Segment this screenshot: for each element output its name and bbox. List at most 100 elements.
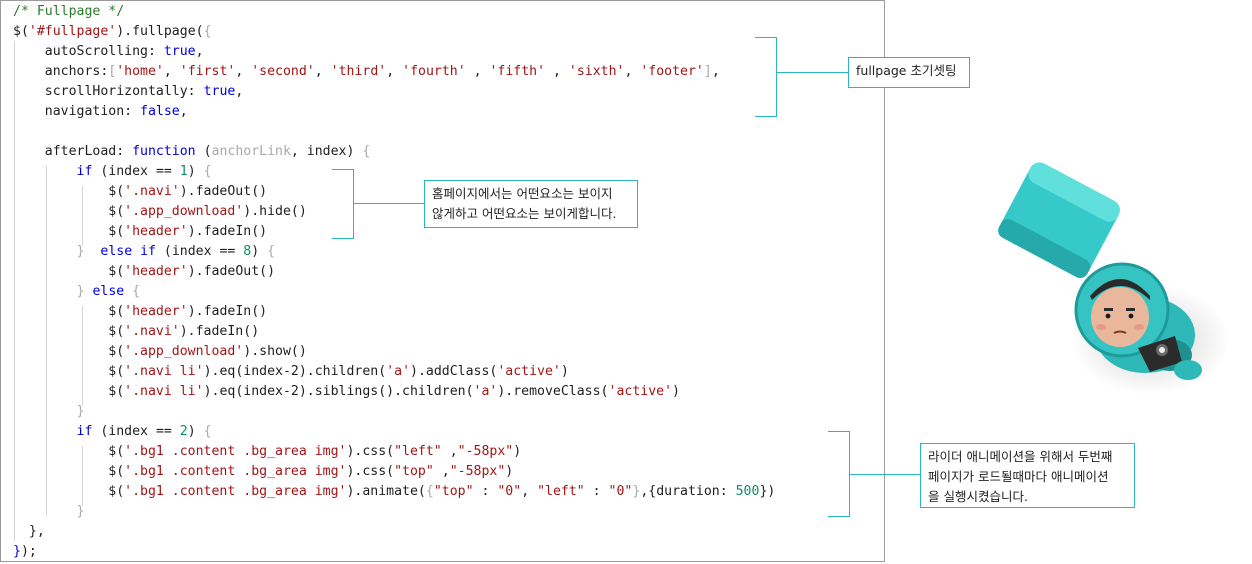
annotation-bracket-visibility xyxy=(332,169,354,239)
annotation-text: 을 실행시켰습니다. xyxy=(928,489,1028,504)
code-line-8: afterLoad: function (anchorLink, index) … xyxy=(13,142,371,162)
code-brace: } xyxy=(13,544,21,559)
annotation-text: 않게하고 어떤요소는 보이게합니다. xyxy=(432,206,617,221)
code-token: $( xyxy=(13,264,125,279)
code-string: 'active' xyxy=(497,364,561,379)
code-line-19: $('.navi li').eq(index-2).children('a').… xyxy=(13,362,569,382)
code-keyword: if xyxy=(76,164,93,179)
code-token: ).addClass( xyxy=(410,364,498,379)
code-token: , xyxy=(624,64,641,79)
code-line-3: autoScrolling: true, xyxy=(13,42,204,62)
code-line-20: $('.navi li').eq(index-2).siblings().chi… xyxy=(13,382,680,402)
code-token: $( xyxy=(13,464,125,479)
code-token: , index) xyxy=(290,144,363,159)
code-brace: { xyxy=(362,144,371,159)
code-keyword: true xyxy=(203,84,236,99)
code-token: , xyxy=(235,64,252,79)
code-token: ) xyxy=(513,444,522,459)
code-token: , xyxy=(235,84,244,99)
code-line-6: navigation: false, xyxy=(13,102,188,122)
code-line-13: } else if (index == 8) { xyxy=(13,242,276,262)
code-string: "top" xyxy=(394,464,434,479)
code-comment: /* Fullpage */ xyxy=(13,4,125,19)
code-token: , xyxy=(179,104,188,119)
code-string: 'second' xyxy=(251,64,315,79)
code-line-4: anchors:['home', 'first', 'second', 'thi… xyxy=(13,62,720,82)
code-string: 'active' xyxy=(608,384,673,399)
code-number: 2 xyxy=(179,424,188,439)
code-token: , xyxy=(711,64,720,79)
code-string: 'first' xyxy=(179,64,236,79)
code-keyword: false xyxy=(140,104,180,119)
code-string: "0" xyxy=(497,484,522,499)
code-token: , xyxy=(545,64,569,79)
code-token: ( xyxy=(195,144,212,159)
code-token: , xyxy=(433,464,450,479)
code-string: "-58px" xyxy=(449,464,506,479)
annotation-connector-animation xyxy=(850,474,920,475)
code-line-9: if (index == 1) { xyxy=(13,162,212,182)
code-brace: { xyxy=(203,24,212,39)
code-string: "0" xyxy=(608,484,633,499)
code-token: ) xyxy=(560,364,569,379)
code-string: '.navi' xyxy=(124,184,180,199)
code-token: $( xyxy=(13,344,125,359)
annotation-connector-init xyxy=(777,72,848,73)
code-token: $( xyxy=(13,24,29,39)
code-string: '#fullpage' xyxy=(28,24,117,39)
code-token: navigation: xyxy=(13,104,141,119)
code-line-18: $('.app_download').show() xyxy=(13,342,307,362)
code-line-22: if (index == 2) { xyxy=(13,422,212,442)
code-string: "left" xyxy=(537,484,585,499)
code-number: 500 xyxy=(735,484,760,499)
code-token: ); xyxy=(20,544,37,559)
code-token: : xyxy=(584,484,609,499)
code-line-28: }); xyxy=(13,542,37,562)
code-token: $( xyxy=(13,364,125,379)
annotation-note-init: fullpage 초기셋팅 xyxy=(848,57,970,88)
code-string: "top" xyxy=(433,484,474,499)
code-brace: { xyxy=(425,484,434,499)
code-token: , xyxy=(441,444,458,459)
code-keyword: function xyxy=(132,144,196,159)
code-token: ) xyxy=(672,384,680,399)
code-token: , xyxy=(521,484,538,499)
code-token: (index == xyxy=(155,244,244,259)
code-param: anchorLink xyxy=(211,144,291,159)
code-string: "left" xyxy=(394,444,442,459)
code-string: 'home' xyxy=(116,64,164,79)
annotation-note-animation: 라이더 애니메이션을 위해서 두번째 페이지가 로드될때마다 애니메이션 을 실행시… xyxy=(920,443,1135,508)
code-token: : xyxy=(473,484,498,499)
code-token: , xyxy=(386,64,403,79)
annotation-note-visibility: 홈페이지에서는 어떤요소는 보이지 않게하고 어떤요소는 보이게합니다. xyxy=(424,180,638,228)
code-token: $( xyxy=(13,184,125,199)
code-token: ).css( xyxy=(346,464,395,479)
code-token: $( xyxy=(13,384,125,399)
rider-character-figurine-icon xyxy=(990,150,1230,410)
code-string: '.navi' xyxy=(124,324,180,339)
code-string: '.app_download' xyxy=(124,204,244,219)
code-token: $( xyxy=(13,304,125,319)
code-line-14: $('header').fadeOut() xyxy=(13,262,275,282)
code-brace: } xyxy=(76,404,85,419)
code-string: 'footer' xyxy=(640,64,704,79)
code-line-27: }, xyxy=(13,522,45,542)
code-string: 'fourth' xyxy=(402,64,466,79)
code-string: 'header' xyxy=(124,264,188,279)
code-token: scrollHorizontally: xyxy=(13,84,204,99)
code-token: $( xyxy=(13,204,125,219)
annotation-text: 페이지가 로드될때마다 애니메이션 xyxy=(928,469,1109,484)
code-token: ).fadeIn() xyxy=(187,304,268,319)
code-string: '.navi li' xyxy=(124,384,204,399)
code-token: ).css( xyxy=(346,444,395,459)
code-token: ).hide() xyxy=(243,204,307,219)
code-token: $( xyxy=(13,324,125,339)
code-line-21: } xyxy=(13,402,85,422)
figurine-arm xyxy=(1174,360,1202,380)
code-token: ).animate( xyxy=(346,484,426,499)
code-line-26: } xyxy=(13,502,85,522)
